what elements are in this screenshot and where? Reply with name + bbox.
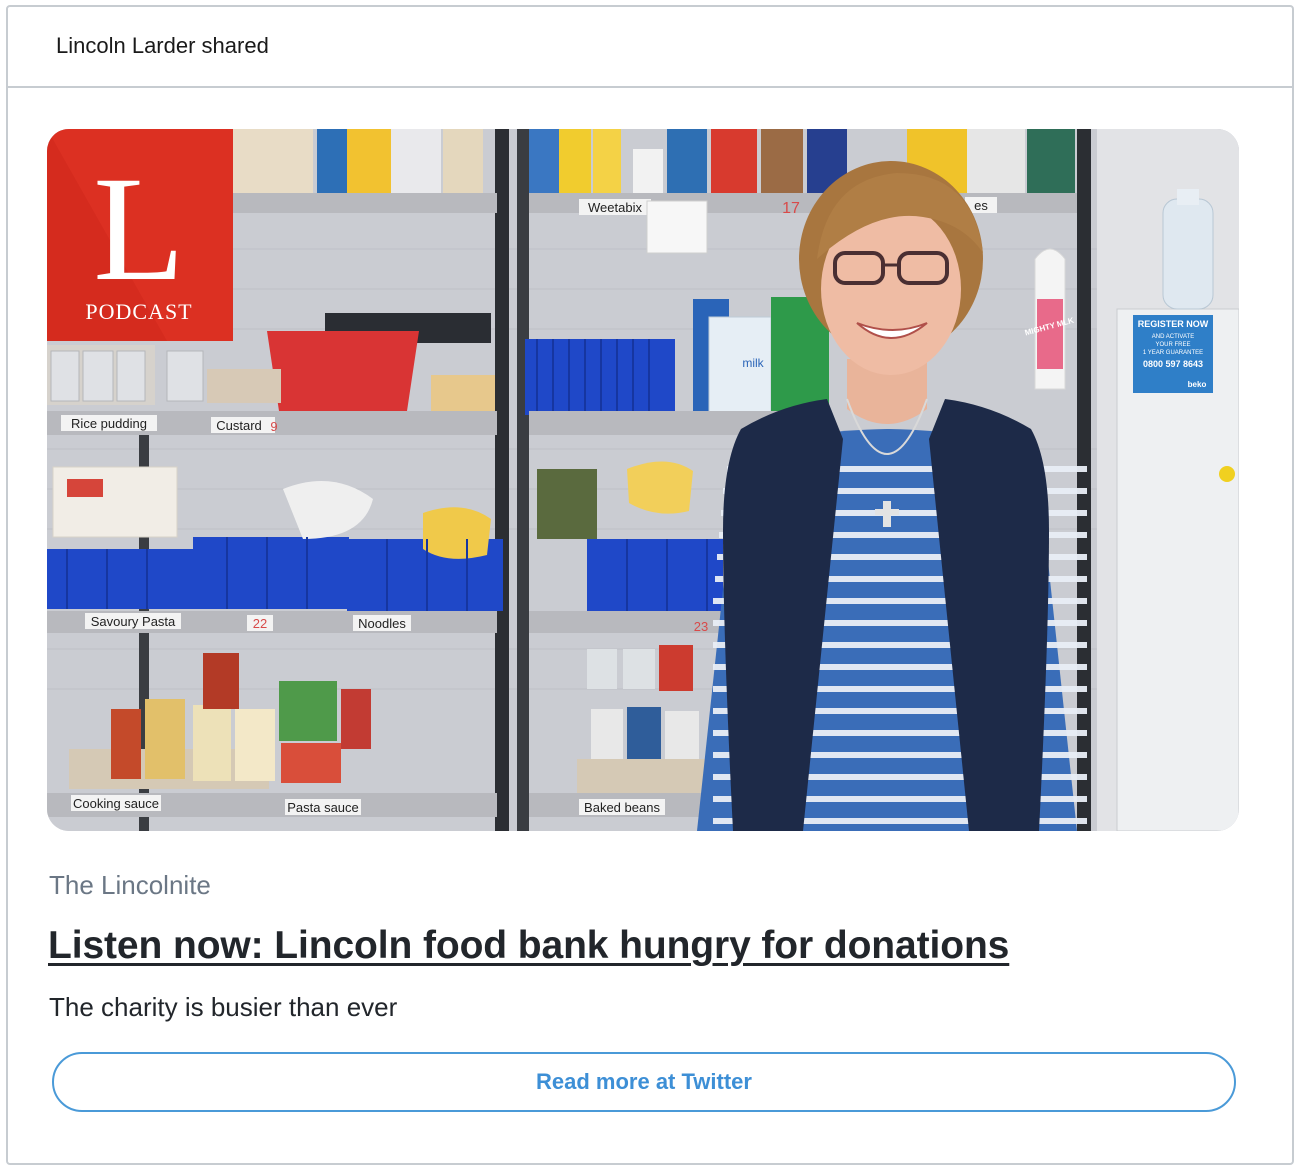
label-custard: Custard xyxy=(216,418,262,433)
fridge-sign-line1: REGISTER NOW xyxy=(1138,319,1209,329)
label-num-17: 17 xyxy=(782,200,800,217)
label-cereal-tail: es xyxy=(974,198,988,213)
podcast-logo: L PODCAST xyxy=(47,129,233,341)
fridge-sign-line3: YOUR FREE xyxy=(1155,342,1190,348)
milk-carton-label: milk xyxy=(742,356,764,370)
fridge-sign-brand: beko xyxy=(1188,380,1207,389)
fridge-sign-line2: AND ACTIVATE xyxy=(1152,334,1194,340)
fridge-sign-line4: 1 YEAR GUARANTEE xyxy=(1143,350,1203,356)
logo-caption: PODCAST xyxy=(85,299,192,324)
article-source: The Lincolnite xyxy=(49,870,211,900)
label-savoury-pasta: Savoury Pasta xyxy=(91,614,176,629)
card-header: Lincoln Larder shared xyxy=(8,7,1292,88)
label-num-22: 22 xyxy=(253,616,267,631)
read-more-button[interactable]: Read more at Twitter xyxy=(52,1052,1236,1112)
label-num-23: 23 xyxy=(694,619,708,634)
fridge-sign-phone: 0800 597 8643 xyxy=(1143,359,1203,369)
article-image[interactable]: REGISTER NOW AND ACTIVATE YOUR FREE 1 YE… xyxy=(47,129,1239,831)
label-rice-pudding: Rice pudding xyxy=(71,416,147,431)
label-baked-beans: Baked beans xyxy=(584,800,660,815)
label-weetabix: Weetabix xyxy=(588,200,642,215)
article-headline-link[interactable]: Listen now: Lincoln food bank hungry for… xyxy=(48,924,1009,968)
shared-by-text: Lincoln Larder shared xyxy=(56,33,269,58)
logo-letter: L xyxy=(93,146,185,312)
food-bank-photo: REGISTER NOW AND ACTIVATE YOUR FREE 1 YE… xyxy=(47,129,1239,831)
label-noodles: Noodles xyxy=(358,616,406,631)
label-num-9: 9 xyxy=(270,419,277,434)
label-cooking-sauce: Cooking sauce xyxy=(73,796,159,811)
article-subtitle: The charity is busier than ever xyxy=(49,992,398,1022)
label-pasta-sauce: Pasta sauce xyxy=(287,800,359,815)
